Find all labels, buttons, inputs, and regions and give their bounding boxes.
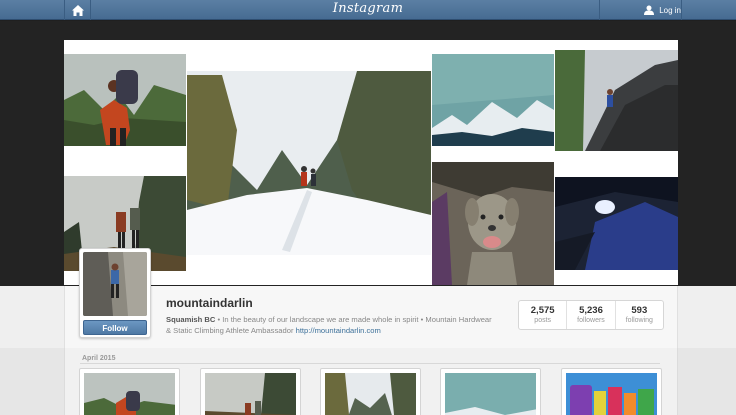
instagram-logo[interactable]: Instagram — [0, 0, 736, 18]
photo-skiers-snowy-forest — [187, 40, 431, 285]
profile-bio: Squamish BC • In the beauty of our lands… — [166, 314, 496, 336]
user-icon — [644, 5, 655, 15]
photo-hikers-forest — [205, 373, 296, 415]
feed-month-label: April 2015 — [82, 355, 116, 362]
stat-value: 2,575 — [530, 305, 555, 316]
feed-thumbnail[interactable] — [440, 368, 541, 415]
photo-tile[interactable] — [555, 40, 678, 161]
feed-thumbnail[interactable] — [200, 368, 301, 415]
photo-snack-bags — [566, 373, 657, 415]
stat-label: following — [625, 317, 653, 324]
divider — [681, 0, 682, 20]
stat-label: posts — [534, 317, 552, 324]
stat-value: 593 — [631, 305, 648, 316]
login-button[interactable]: Log in — [644, 0, 681, 20]
follow-button[interactable]: Follow — [83, 320, 147, 335]
photo-tile[interactable] — [555, 162, 678, 285]
photo-mosaic — [64, 40, 678, 285]
stat-label: followers — [577, 317, 605, 324]
stat-followers[interactable]: 5,236 followers — [567, 301, 616, 329]
profile-location: Squamish BC — [166, 315, 216, 324]
feed-thumbnail[interactable] — [561, 368, 662, 415]
profile-stats: 2,575 posts 5,236 followers 593 followin… — [518, 300, 664, 330]
photo-hiker-forest — [64, 40, 186, 161]
stat-value: 5,236 — [579, 305, 603, 316]
photo-hiker-forest — [84, 373, 175, 415]
photo-rock-climber — [555, 40, 678, 161]
photo-tile[interactable] — [187, 40, 431, 285]
photo-night-tent — [555, 162, 678, 285]
profile-username: mountaindarlin — [166, 296, 253, 310]
divider — [80, 363, 660, 364]
avatar-photo-climber — [83, 252, 147, 316]
photo-snowy-forest — [325, 373, 416, 415]
divider — [599, 0, 600, 20]
photo-tile[interactable] — [64, 40, 186, 161]
feed-thumbnail[interactable] — [320, 368, 421, 415]
top-navigation-bar: Instagram Log in — [0, 0, 736, 20]
feed-thumbnail[interactable] — [79, 368, 180, 415]
avatar[interactable] — [83, 252, 147, 316]
login-label: Log in — [659, 5, 681, 15]
stat-posts[interactable]: 2,575 posts — [519, 301, 568, 329]
photo-mountain-lake — [445, 373, 536, 415]
profile-avatar-card: Follow — [79, 248, 151, 338]
stat-following[interactable]: 593 following — [616, 301, 663, 329]
photo-snowy-mountains — [432, 40, 554, 161]
photo-dog — [432, 162, 554, 285]
photo-tile[interactable] — [432, 162, 554, 285]
profile-website-link[interactable]: http://mountaindarlin.com — [296, 326, 381, 335]
photo-tile[interactable] — [432, 40, 554, 161]
